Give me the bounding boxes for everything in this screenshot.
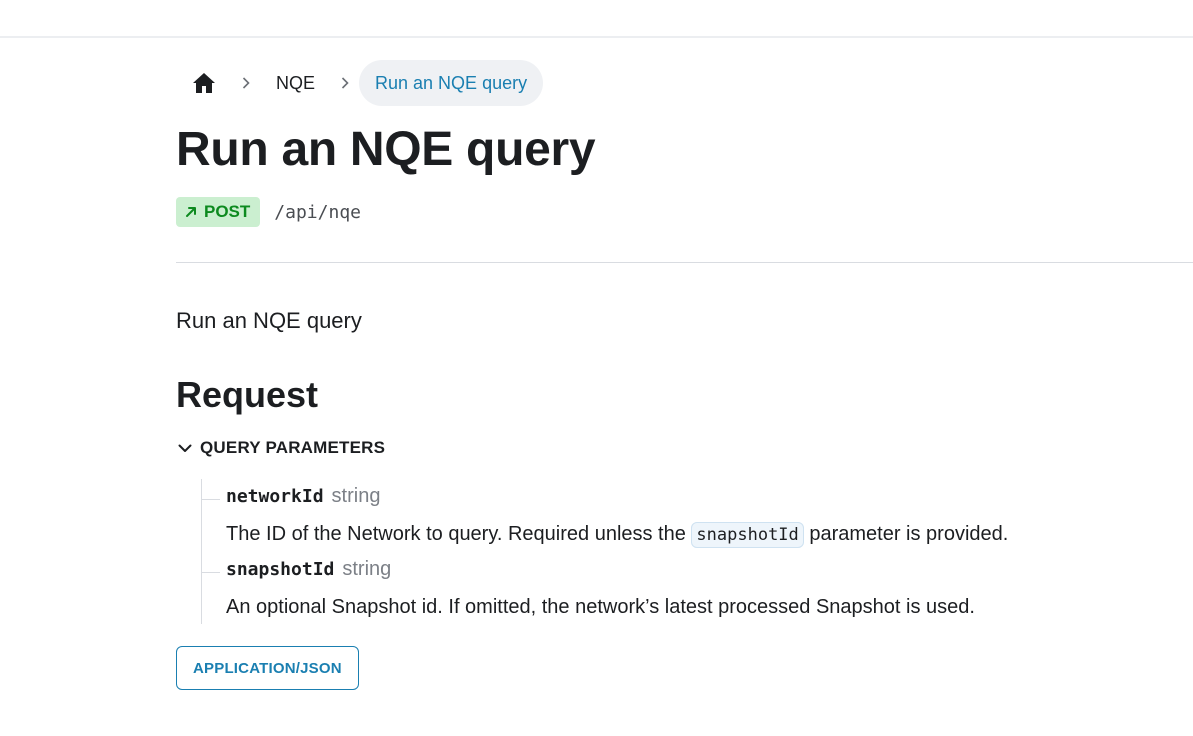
breadcrumb-item-current: Run an NQE query bbox=[359, 60, 544, 106]
home-icon bbox=[193, 73, 215, 93]
chevron-right-icon bbox=[339, 58, 351, 108]
param-item: networkId string The ID of the Network t… bbox=[202, 485, 1193, 548]
method-label: POST bbox=[204, 202, 251, 221]
page-title: Run an NQE query bbox=[176, 123, 596, 176]
param-name: networkId bbox=[226, 486, 324, 507]
request-heading: Request bbox=[176, 374, 319, 415]
param-header: snapshotId string bbox=[226, 558, 1193, 584]
param-type: string bbox=[342, 558, 392, 580]
param-type: string bbox=[331, 485, 381, 507]
param-item: snapshotId string An optional Snapshot i… bbox=[202, 558, 1193, 620]
top-navbar bbox=[0, 0, 1193, 38]
chevron-right-icon bbox=[240, 58, 252, 108]
param-header: networkId string bbox=[226, 485, 1193, 511]
inline-code: snapshotId bbox=[691, 522, 804, 548]
param-desc-text: The ID of the Network to query. Required… bbox=[226, 523, 692, 545]
tree-connector bbox=[202, 572, 220, 573]
query-parameters-toggle[interactable]: QUERY PARAMETERS bbox=[176, 435, 1193, 461]
endpoint-path: /api/nqe bbox=[274, 201, 361, 223]
param-description: An optional Snapshot id. If omitted, the… bbox=[226, 596, 975, 618]
endpoint-description: Run an NQE query bbox=[176, 308, 362, 333]
tree-connector bbox=[202, 499, 220, 500]
arrow-up-right-icon bbox=[186, 207, 196, 217]
breadcrumb-home[interactable] bbox=[176, 58, 232, 108]
param-name: snapshotId bbox=[226, 559, 335, 580]
divider bbox=[176, 262, 1193, 263]
method-badge: POST bbox=[176, 197, 261, 227]
mime-type-button[interactable]: APPLICATION/JSON bbox=[176, 646, 359, 690]
endpoint-row: POST /api/nqe bbox=[176, 196, 1193, 228]
query-parameters-list: networkId string The ID of the Network t… bbox=[201, 479, 1193, 624]
main-content: NQE Run an NQE query Run an NQE query PO… bbox=[176, 58, 1193, 690]
breadcrumb: NQE Run an NQE query bbox=[176, 58, 1193, 108]
query-parameters-label: QUERY PARAMETERS bbox=[200, 438, 386, 457]
param-description: The ID of the Network to query. Required… bbox=[226, 521, 1193, 548]
breadcrumb-item-nqe[interactable]: NQE bbox=[260, 60, 331, 106]
chevron-down-icon bbox=[178, 444, 192, 452]
param-desc-text: parameter is provided. bbox=[803, 523, 1009, 545]
